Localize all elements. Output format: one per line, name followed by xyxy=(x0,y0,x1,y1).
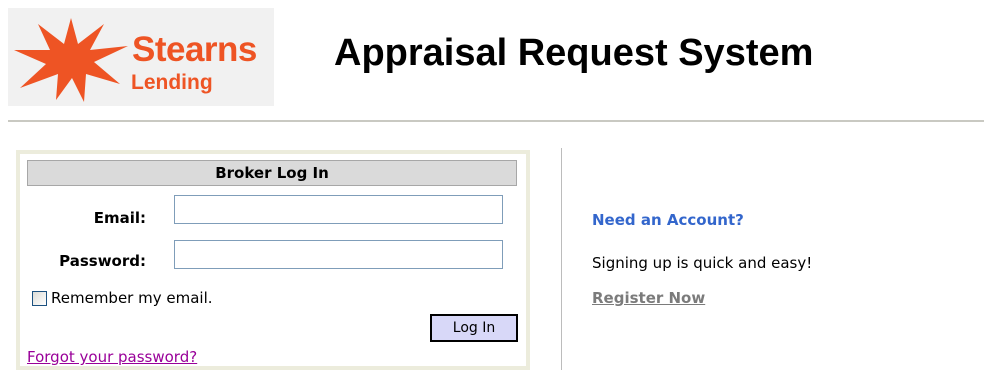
page-title: Appraisal Request System xyxy=(334,32,814,74)
broker-login-panel: Broker Log In Email: Password: Remember … xyxy=(16,150,530,370)
email-label: Email: xyxy=(93,209,146,227)
page-header: Stearns Lending Appraisal Request System xyxy=(0,0,987,110)
password-field[interactable] xyxy=(174,240,503,269)
email-field[interactable] xyxy=(174,195,503,224)
register-now-link[interactable]: Register Now xyxy=(592,289,705,307)
need-account-heading: Need an Account? xyxy=(592,211,744,229)
logo-name: Stearns xyxy=(132,30,257,69)
column-divider xyxy=(561,148,562,370)
starburst-logo-icon xyxy=(14,18,128,102)
signup-description: Signing up is quick and easy! xyxy=(592,254,813,272)
stearns-lending-logo: Stearns Lending xyxy=(8,8,274,106)
logo-subtitle: Lending xyxy=(131,71,213,94)
remember-email-row: Remember my email. xyxy=(32,288,213,308)
remember-email-checkbox[interactable] xyxy=(32,290,47,306)
login-button[interactable]: Log In xyxy=(430,314,518,342)
header-divider xyxy=(8,120,984,122)
forgot-password-link[interactable]: Forgot your password? xyxy=(27,348,197,366)
remember-email-label[interactable]: Remember my email. xyxy=(51,289,213,307)
login-panel-title: Broker Log In xyxy=(27,160,517,186)
password-label: Password: xyxy=(59,252,146,270)
